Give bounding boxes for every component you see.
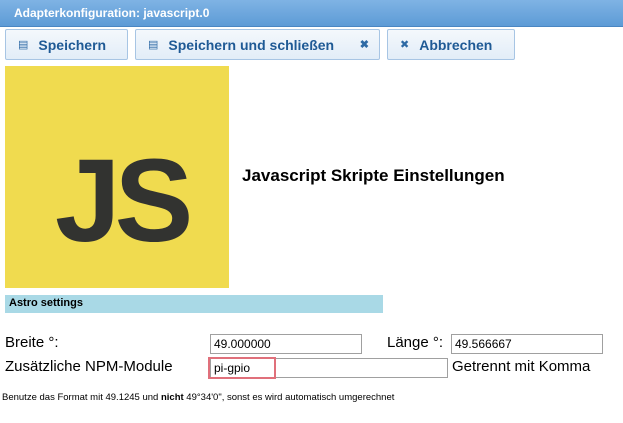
window-title: Adapterkonfiguration: javascript.0 <box>14 6 210 20</box>
npm-modules-label: Zusätzliche NPM-Module <box>5 358 173 375</box>
save-and-close-button-label: Speichern und schließen <box>168 36 335 53</box>
cancel-button[interactable]: ✖ Abbrechen <box>387 29 515 60</box>
save-button-label: Speichern <box>38 36 107 53</box>
longitude-label: Länge °: <box>387 334 444 351</box>
window-titlebar: Adapterkonfiguration: javascript.0 <box>0 0 623 27</box>
npm-modules-hint: Getrennt mit Komma <box>452 358 591 375</box>
close-icon: ✖ <box>400 39 410 51</box>
cancel-button-label: Abbrechen <box>419 36 493 53</box>
latitude-field[interactable] <box>210 334 362 354</box>
format-hint: Benutze das Format mit 49.1245 und nicht… <box>2 392 395 403</box>
save-icon: ▤ <box>148 39 159 51</box>
close-icon: ✖ <box>359 39 369 51</box>
javascript-logo: JS <box>5 66 229 288</box>
toolbar: ▤ Speichern ▤ Speichern und schließen ✖ … <box>0 27 623 63</box>
latitude-label: Breite °: <box>5 334 59 351</box>
section-header-astro: Astro settings <box>5 295 383 313</box>
save-icon: ▤ <box>18 39 29 51</box>
longitude-field[interactable] <box>451 334 603 354</box>
logo-text: JS <box>55 135 193 267</box>
npm-modules-field[interactable] <box>210 358 448 378</box>
save-button[interactable]: ▤ Speichern <box>5 29 128 60</box>
page-title: Javascript Skripte Einstellungen <box>242 166 505 185</box>
save-and-close-button[interactable]: ▤ Speichern und schließen ✖ <box>135 29 380 60</box>
